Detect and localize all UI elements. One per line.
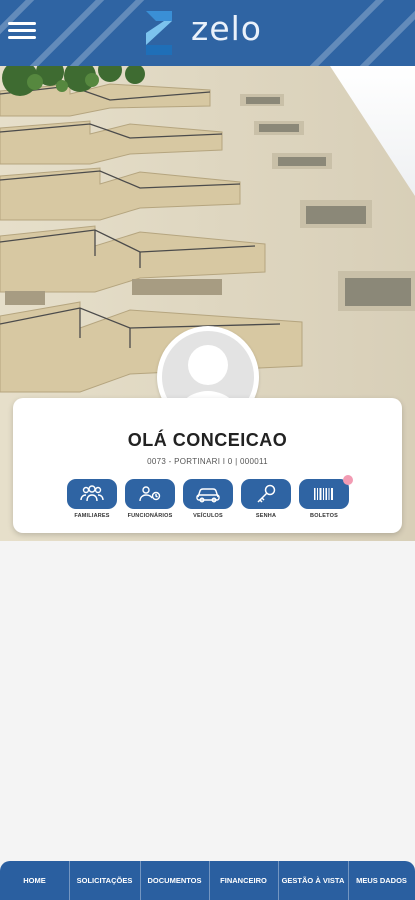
senha-shortcut[interactable]: SENHA xyxy=(240,479,292,524)
employees-icon[interactable] xyxy=(125,479,175,509)
nav-gestao-a-vista[interactable]: GESTÃO À VISTA xyxy=(278,861,349,900)
unit-info: 0073 - PORTINARI I 0 | 000011 xyxy=(147,457,268,466)
top-bar: zelo xyxy=(0,0,415,66)
funcionarios-shortcut[interactable]: FUNCIONÁRIOS xyxy=(124,479,176,524)
nav-documentos[interactable]: DOCUMENTOS xyxy=(140,861,210,900)
nav-financeiro[interactable]: FINANCEIRO xyxy=(209,861,279,900)
nav-meus-dados[interactable]: MEUS DADOS xyxy=(348,861,415,900)
zelo-logo: zelo xyxy=(138,7,288,57)
car-icon[interactable] xyxy=(183,479,233,509)
bottom-navigation: HOME SOLICITAÇÕES DOCUMENTOS FINANCEIRO … xyxy=(0,861,415,900)
familiares-shortcut[interactable]: FAMILIARES xyxy=(66,479,118,524)
family-icon[interactable] xyxy=(67,479,117,509)
veiculos-shortcut[interactable]: VEÍCULOS xyxy=(182,479,234,524)
zelo-logo-mark-icon xyxy=(146,11,172,55)
key-icon[interactable] xyxy=(241,479,291,509)
shortcut-label: BOLETOS xyxy=(310,513,338,519)
hamburger-menu-icon[interactable] xyxy=(8,18,36,44)
greeting-text: OLÁ CONCEICAO xyxy=(127,430,288,450)
profile-card: OLÁ CONCEICAO 0073 - PORTINARI I 0 | 000… xyxy=(13,398,402,533)
shortcut-label: FUNCIONÁRIOS xyxy=(127,513,173,519)
notification-badge xyxy=(343,475,353,485)
shortcut-label: SENHA xyxy=(255,513,277,519)
nav-home[interactable]: HOME xyxy=(0,861,70,900)
boletos-shortcut[interactable]: BOLETOS xyxy=(298,475,353,524)
logo-wordmark: zelo xyxy=(191,9,262,48)
shortcut-buttons: FAMILIARES FUNCIONÁRIOS VEÍCULOS SENHA B… xyxy=(66,475,356,524)
shortcut-label: VEÍCULOS xyxy=(193,513,223,519)
nav-solicitacoes[interactable]: SOLICITAÇÕES xyxy=(69,861,141,900)
barcode-icon[interactable] xyxy=(299,479,349,509)
shortcut-label: FAMILIARES xyxy=(74,513,110,519)
